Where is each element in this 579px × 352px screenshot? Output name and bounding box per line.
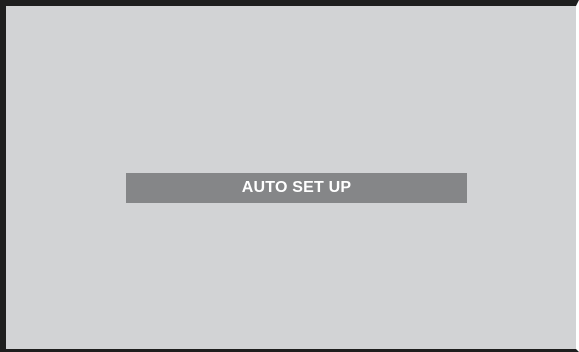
auto-setup-banner: AUTO SET UP bbox=[126, 173, 467, 203]
auto-setup-label: AUTO SET UP bbox=[241, 179, 352, 196]
display-screen: AUTO SET UP bbox=[0, 0, 579, 352]
